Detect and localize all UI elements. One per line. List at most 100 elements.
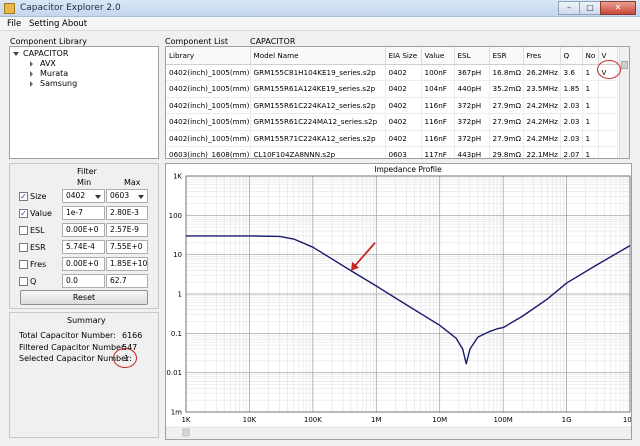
filter-esl-checkbox[interactable] <box>19 226 28 235</box>
y-tick-label: 0.1 <box>171 330 182 338</box>
table-cell: 1 <box>582 64 599 81</box>
x-tick-label: 1M <box>371 416 382 424</box>
table-cell: 23.5MHz <box>523 80 561 98</box>
column-header[interactable]: Model Name <box>250 47 386 65</box>
filter-esl-max-input[interactable]: 2.57E-9 <box>106 223 148 237</box>
filter-q-label: Q <box>30 277 37 286</box>
summary-panel: Summary Total Capacitor Number: 6166 Fil… <box>9 312 159 438</box>
tree-item-samsung[interactable]: Samsung <box>30 79 77 88</box>
component-category: CAPACITOR <box>250 37 296 46</box>
chart-scrollbar-thumb[interactable] <box>182 428 190 437</box>
x-tick-label: 10M <box>432 416 447 424</box>
table-cell: 0402 <box>385 130 422 147</box>
filter-q-min-input[interactable]: 0.0 <box>62 274 105 288</box>
filter-max-label: Max <box>124 178 141 187</box>
menu-file[interactable]: File <box>7 19 21 29</box>
menu-setting[interactable]: Setting <box>29 19 59 29</box>
table-cell: CL10F104ZA8NNN.s2p <box>250 146 386 158</box>
maximize-button[interactable]: □ <box>579 1 601 15</box>
column-header[interactable]: Library <box>166 47 251 65</box>
filtered-count-label: Filtered Capacitor Number: <box>19 343 127 352</box>
table-cell: 0402(inch)_1005(mm) <box>166 113 251 131</box>
table-cell: GRM155R61C224KA12_series.s2p <box>250 97 386 114</box>
app-icon <box>4 3 15 14</box>
total-count-value: 6166 <box>122 331 143 340</box>
filter-q-max-input[interactable]: 62.7 <box>106 274 148 288</box>
table-row[interactable]: 0402(inch)_1005(mm) GRM155R61C224MA12_ser… <box>166 113 618 131</box>
filter-size-min-select[interactable]: 0402 <box>62 189 105 203</box>
table-cell: 1 <box>582 80 599 98</box>
tree-root-capacitor[interactable]: CAPACITOR <box>13 49 68 58</box>
filter-q-checkbox[interactable] <box>19 277 28 286</box>
filter-esl-min-input[interactable]: 0.00E+0 <box>62 223 105 237</box>
table-row[interactable]: 0402(inch)_1005(mm) GRM155R61C224KA12_ser… <box>166 97 618 114</box>
table-cell: 2.07 <box>560 146 583 158</box>
window-title: Capacitor Explorer 2.0 <box>20 3 121 13</box>
table-cell: 0402(inch)_1005(mm) <box>166 80 251 98</box>
table-cell: 0402 <box>385 80 422 98</box>
table-cell <box>598 146 618 158</box>
table-row[interactable]: 0402(inch)_1005(mm) GRM155R61A124KE19_ser… <box>166 80 618 98</box>
table-cell: 0603 <box>385 146 422 158</box>
column-header[interactable]: Fres <box>523 47 561 65</box>
filter-value-min-input[interactable]: 1e-7 <box>62 206 105 220</box>
collapsed-arrow-icon <box>30 80 36 87</box>
column-header[interactable]: ESR <box>489 47 524 65</box>
filter-fres-min-input[interactable]: 0.00E+0 <box>62 257 105 271</box>
filter-fres-label: Fres <box>30 260 47 269</box>
filter-value-checkbox[interactable]: ✓ <box>19 209 28 218</box>
table-cell: 1 <box>582 97 599 114</box>
filter-esr-checkbox[interactable] <box>19 243 28 252</box>
column-header[interactable]: No <box>582 47 599 65</box>
filter-fres-checkbox[interactable] <box>19 260 28 269</box>
tree-item-murata[interactable]: Murata <box>30 69 68 78</box>
filter-value-max-input[interactable]: 2.80E-3 <box>106 206 148 220</box>
tree-item-label: AVX <box>40 59 56 68</box>
filter-esr-min-input[interactable]: 5.74E-4 <box>62 240 105 254</box>
table-scrollbar[interactable] <box>619 47 629 158</box>
column-header[interactable]: Q <box>560 47 583 65</box>
table-cell: 22.1MHz <box>523 146 561 158</box>
chart-title: Impedance Profile <box>374 165 442 174</box>
table-row[interactable]: 0402(inch)_1005(mm) GRM155R71C224KA12_ser… <box>166 130 618 147</box>
library-heading: Component Library <box>10 37 87 46</box>
table-cell: 116nF <box>421 97 455 114</box>
minimize-button[interactable]: – <box>558 1 580 15</box>
impedance-chart[interactable]: Impedance Profile 1K 10K 100K 1M 10M 100M 1G 10G… <box>165 164 637 439</box>
column-header[interactable]: ESL <box>454 47 490 65</box>
x-tick-label: 1G <box>562 416 572 424</box>
filter-panel: Filter Min Max ✓ Size 0402 0603 ✓ Value 1e-7 2.… <box>9 163 159 309</box>
x-tick-label: 1K <box>181 416 190 424</box>
field-value: 5.74E-4 <box>66 242 95 251</box>
table-cell <box>598 113 618 131</box>
table-cell: GRM155R71C224KA12_series.s2p <box>250 130 386 147</box>
filter-esr-max-input[interactable]: 7.55E+0 <box>106 240 148 254</box>
table-row[interactable]: 0603(inch)_1608(mm) CL10F104ZA8NNN.s2p 060… <box>166 146 618 158</box>
table-cell: GRM155C81H104KE19_series.s2p <box>250 64 386 81</box>
menu-about[interactable]: About <box>62 19 87 29</box>
menu-bar: File Setting About <box>0 17 640 31</box>
field-value: 2.80E-3 <box>110 208 139 217</box>
scrollbar-thumb[interactable] <box>621 61 628 69</box>
table-row[interactable]: 0402(inch)_1005(mm) GRM155C81H104KE19_ser… <box>166 64 618 81</box>
window-controls: – □ ✕ <box>558 1 636 15</box>
field-value: 0603 <box>110 191 130 200</box>
close-button[interactable]: ✕ <box>600 1 636 15</box>
filter-fres-max-input[interactable]: 1.85E+10 <box>106 257 148 271</box>
filter-size-max-select[interactable]: 0603 <box>106 189 148 203</box>
table-cell: 116nF <box>421 113 455 131</box>
table-cell: 24.2MHz <box>523 130 561 147</box>
table-cell: 24.2MHz <box>523 97 561 114</box>
field-value: 0.0 <box>66 276 78 285</box>
table-cell: 367pH <box>454 64 490 81</box>
component-table-panel: Library Model Name EIA Size Value ESL ESR Fres… <box>165 46 630 159</box>
column-header[interactable]: Value <box>421 47 455 65</box>
column-header[interactable]: EIA Size <box>385 47 422 65</box>
tree-item-avx[interactable]: AVX <box>30 59 56 68</box>
reset-button[interactable]: Reset <box>20 290 148 305</box>
x-tick-label: 100K <box>304 416 322 424</box>
total-count-label: Total Capacitor Number: <box>19 331 116 340</box>
table-cell: 0402 <box>385 64 422 81</box>
filter-size-checkbox[interactable]: ✓ <box>19 192 28 201</box>
field-value: 1.85E+10 <box>110 259 148 268</box>
